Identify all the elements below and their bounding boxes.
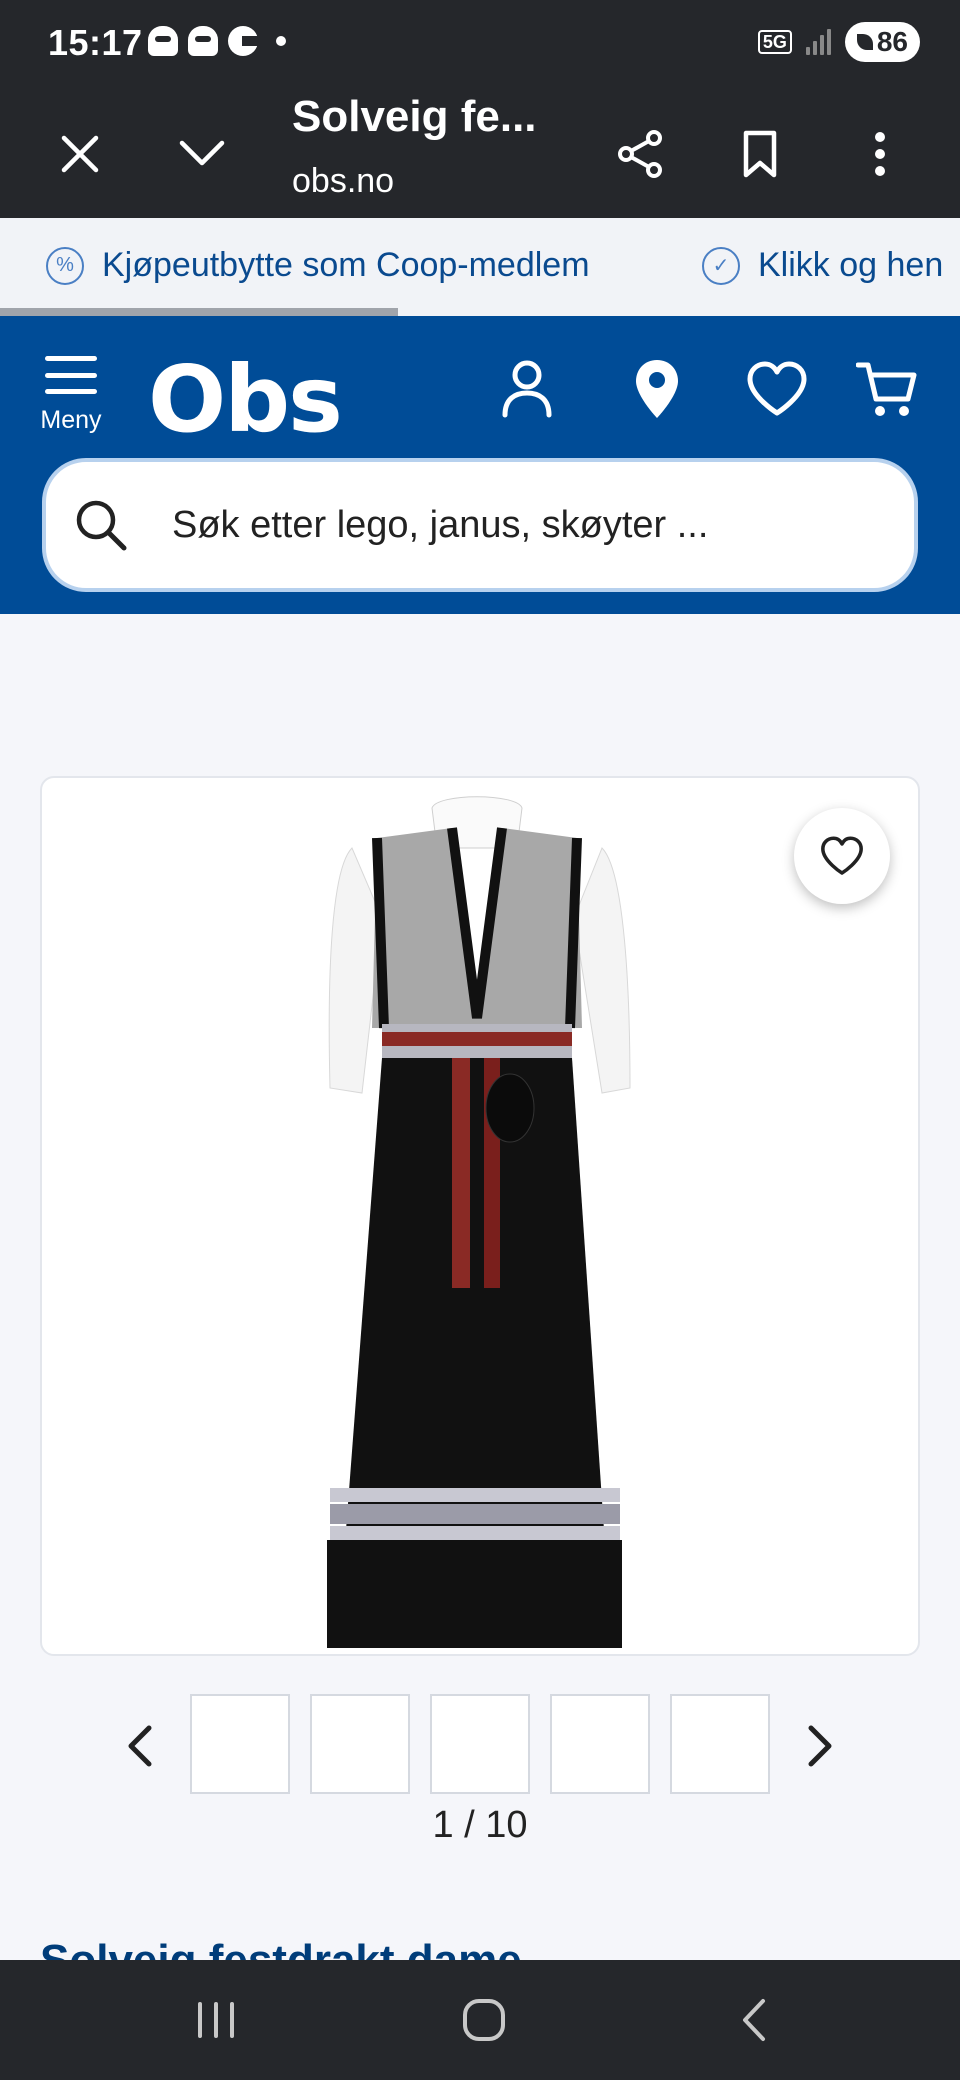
search-icon bbox=[76, 500, 127, 551]
more-vert-icon[interactable] bbox=[848, 122, 912, 186]
search-placeholder: Søk etter lego, janus, skøyter ... bbox=[172, 503, 709, 546]
status-system-icons: 5G 86 bbox=[757, 22, 920, 62]
close-icon[interactable] bbox=[48, 122, 112, 186]
page-load-progress bbox=[0, 308, 398, 316]
browser-toolbar: Solveig fe... obs.no bbox=[0, 90, 960, 218]
obs-logo[interactable]: Obs bbox=[148, 346, 343, 453]
image-counter: 1 / 10 bbox=[432, 1804, 528, 1846]
thumbnail[interactable] bbox=[670, 1694, 770, 1794]
promo-item-member[interactable]: % Kjøpeutbytte som Coop-medlem bbox=[46, 246, 590, 285]
promo-strip[interactable]: % Kjøpeutbytte som Coop-medlem ✓ Klikk o… bbox=[0, 218, 960, 316]
hamburger-icon bbox=[45, 356, 97, 394]
page-url[interactable]: obs.no bbox=[292, 162, 394, 201]
signal-icon bbox=[805, 29, 831, 55]
product-image bbox=[327, 796, 631, 1648]
cart-icon[interactable] bbox=[852, 354, 922, 424]
promo-text: Klikk og hen bbox=[758, 246, 944, 284]
back-icon[interactable] bbox=[724, 1990, 784, 2050]
menu-button[interactable]: Meny bbox=[40, 356, 102, 435]
network-type: 5G bbox=[757, 30, 792, 54]
promo-item-clickcollect[interactable]: ✓ Klikk og hen bbox=[702, 246, 943, 285]
snapchat-icon bbox=[148, 26, 178, 56]
account-icon[interactable] bbox=[492, 354, 562, 424]
status-time: 15:17 bbox=[48, 22, 143, 63]
status-bar: 15:17 5G 86 bbox=[0, 0, 960, 90]
thumbnail[interactable] bbox=[310, 1694, 410, 1794]
chevron-left-icon bbox=[128, 1725, 152, 1767]
vpn-icon bbox=[228, 26, 258, 56]
check-icon: ✓ bbox=[702, 246, 740, 285]
site-header: Meny Obs Søk etter lego, janus, skøyter … bbox=[0, 316, 960, 614]
chevron-down-icon[interactable] bbox=[170, 122, 234, 186]
menu-label: Meny bbox=[40, 406, 102, 434]
status-notification-icons bbox=[148, 26, 286, 56]
thumbnail[interactable] bbox=[550, 1694, 650, 1794]
chevron-right-icon bbox=[808, 1725, 832, 1767]
search-input[interactable]: Søk etter lego, janus, skøyter ... bbox=[42, 458, 918, 592]
battery-indicator: 86 bbox=[844, 22, 920, 62]
thumbnail-strip bbox=[0, 1694, 960, 1798]
notification-dot-icon bbox=[276, 36, 286, 46]
next-image-button[interactable] bbox=[790, 1716, 850, 1776]
share-icon[interactable] bbox=[608, 122, 672, 186]
location-icon[interactable] bbox=[622, 354, 692, 424]
thumbnail[interactable] bbox=[190, 1694, 290, 1794]
heart-icon[interactable] bbox=[742, 354, 812, 424]
battery-saver-icon bbox=[856, 34, 873, 50]
battery-level: 86 bbox=[876, 26, 908, 57]
percent-icon: % bbox=[46, 246, 84, 285]
recent-apps-icon[interactable] bbox=[186, 1990, 246, 2050]
product-image-gallery[interactable] bbox=[40, 776, 920, 1656]
bookmark-icon[interactable] bbox=[728, 122, 792, 186]
snapchat-icon bbox=[188, 26, 218, 56]
system-nav-bar bbox=[0, 1960, 960, 2080]
home-icon[interactable] bbox=[454, 1990, 514, 2050]
promo-text: Kjøpeutbytte som Coop-medlem bbox=[102, 246, 590, 284]
prev-image-button[interactable] bbox=[110, 1716, 170, 1776]
favorite-button[interactable] bbox=[794, 808, 890, 904]
thumbnail[interactable] bbox=[430, 1694, 530, 1794]
tab-title: Solveig fe... bbox=[292, 92, 537, 141]
heart-outline-icon bbox=[821, 836, 863, 875]
